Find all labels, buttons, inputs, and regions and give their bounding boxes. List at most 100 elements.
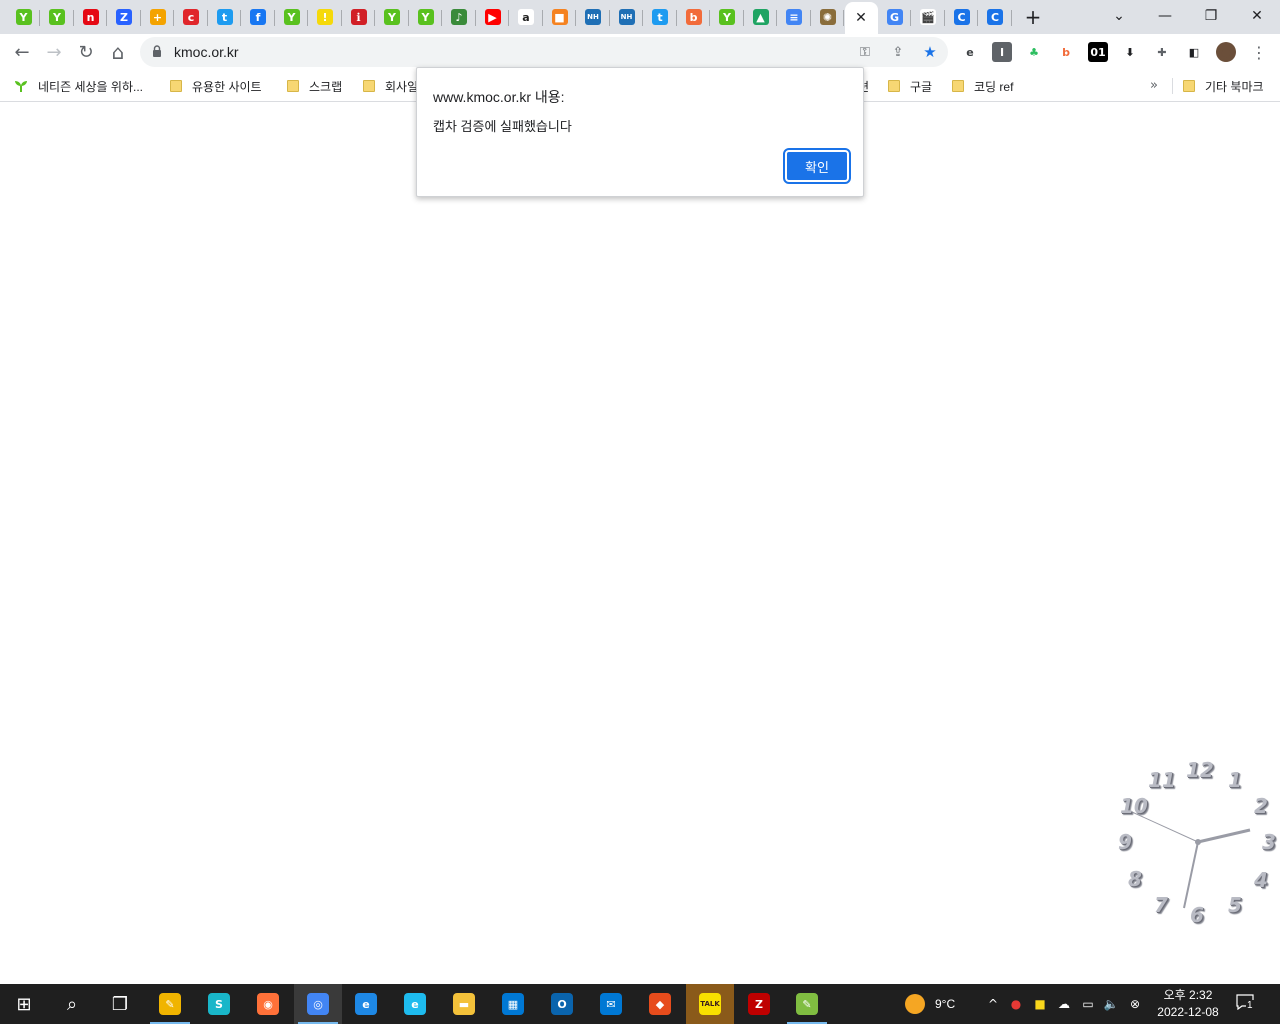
evernote-icon[interactable]: ♣ bbox=[1024, 42, 1044, 62]
taskbar-filezilla-button[interactable]: Z bbox=[735, 984, 783, 1024]
network-icon[interactable]: ▭ bbox=[1080, 996, 1096, 1012]
tab-active[interactable]: ✕ bbox=[844, 2, 878, 34]
puzzle-icon[interactable]: ✚ bbox=[1152, 42, 1172, 62]
folder-icon bbox=[363, 80, 375, 92]
tab[interactable]: Z bbox=[108, 2, 141, 32]
bookmark-folder-google[interactable]: 구글 bbox=[888, 76, 932, 96]
tray-app-red-icon[interactable]: ● bbox=[1008, 996, 1024, 1012]
extension-i-icon[interactable]: I bbox=[992, 42, 1012, 62]
back-button[interactable]: ← bbox=[8, 38, 36, 66]
taskbar-notepad-plus-button[interactable]: ✎ bbox=[783, 984, 831, 1024]
extension-e-icon[interactable]: e bbox=[960, 42, 980, 62]
taskbar-pen-app-button[interactable]: ✎ bbox=[146, 984, 194, 1024]
lock-icon[interactable] bbox=[152, 45, 162, 57]
taskbar-clock[interactable]: 오후 2:32 2022-12-08 bbox=[1148, 987, 1228, 1021]
nh-bank-icon: NH bbox=[618, 9, 635, 25]
tab[interactable]: b bbox=[677, 2, 710, 32]
taskbar-office-button[interactable]: ◆ bbox=[636, 984, 684, 1024]
tray-overflow-chevron-icon[interactable]: ^ bbox=[985, 996, 1001, 1012]
tab[interactable]: f bbox=[242, 2, 275, 32]
download-arrow-icon[interactable]: ⬇ bbox=[1120, 42, 1140, 62]
ok-button[interactable]: 확인 bbox=[783, 148, 851, 184]
bookmark-folder-useful-sites[interactable]: 유용한 사이트 bbox=[170, 76, 262, 96]
bookmark-folder-scrap[interactable]: 스크랩 bbox=[287, 76, 342, 96]
tab[interactable]: t bbox=[644, 2, 677, 32]
tab[interactable]: NH bbox=[610, 2, 643, 32]
notification-center-button[interactable]: 1 bbox=[1236, 994, 1258, 1014]
reload-button[interactable]: ↻ bbox=[72, 38, 100, 66]
bookmark-item-netizen[interactable]: 네티즌 세상을 위하... bbox=[14, 76, 143, 96]
bookmark-star-icon[interactable]: ★ bbox=[921, 43, 939, 61]
tab[interactable]: ℹ bbox=[342, 2, 375, 32]
taskbar-windows-start-button[interactable]: ⊞ bbox=[0, 984, 48, 1024]
taskbar-internet-explorer-button[interactable]: e bbox=[391, 984, 439, 1024]
taskbar-file-explorer-button[interactable]: ▬ bbox=[440, 984, 488, 1024]
forward-button[interactable]: → bbox=[40, 38, 68, 66]
tab[interactable]: + bbox=[141, 2, 174, 32]
taskbar-microsoft-store-button[interactable]: ▦ bbox=[489, 984, 537, 1024]
tab[interactable]: Y bbox=[7, 2, 40, 32]
new-tab-button[interactable]: + bbox=[1020, 4, 1046, 30]
plus-colored-icon: + bbox=[149, 9, 166, 25]
taskbar-outlook-button[interactable]: O bbox=[538, 984, 586, 1024]
bookmark-folder-other[interactable]: 기타 북마크 bbox=[1183, 76, 1264, 96]
taskbar-edge-button[interactable]: e bbox=[342, 984, 390, 1024]
bookmark-folder-coding-ref[interactable]: 코딩 ref bbox=[952, 76, 1013, 96]
profile-avatar-icon[interactable]: ● bbox=[1216, 42, 1236, 62]
bookmark-folder-work[interactable]: 회사일 bbox=[363, 76, 418, 96]
netflix-n-icon: n bbox=[82, 9, 99, 25]
share-icon[interactable]: ⇪ bbox=[889, 43, 907, 61]
taskbar-chrome-button[interactable]: ◎ bbox=[294, 984, 342, 1024]
close-window-button[interactable]: ✕ bbox=[1234, 0, 1280, 32]
taskbar-task-view-button[interactable]: ❐ bbox=[96, 984, 144, 1024]
extension-b-icon[interactable]: b bbox=[1056, 42, 1076, 62]
folder-icon bbox=[952, 80, 964, 92]
tab[interactable]: a bbox=[510, 2, 543, 32]
minimize-button[interactable]: — bbox=[1142, 0, 1188, 32]
taskbar-teal-app-button[interactable]: S bbox=[195, 984, 243, 1024]
weather-widget[interactable]: 9°C bbox=[905, 984, 955, 1024]
home-button[interactable]: ⌂ bbox=[104, 38, 132, 66]
tab-search-button[interactable]: ⌄ bbox=[1096, 0, 1142, 32]
url-text[interactable]: kmoc.or.kr bbox=[174, 44, 239, 60]
taskbar-kakaotalk-button[interactable]: TALK bbox=[686, 984, 734, 1024]
side-panel-icon[interactable]: ◧ bbox=[1184, 42, 1204, 62]
onedrive-cloud-icon[interactable]: ☁ bbox=[1056, 996, 1072, 1012]
taskbar-mail-button[interactable]: ✉ bbox=[587, 984, 635, 1024]
tab[interactable]: c bbox=[175, 2, 208, 32]
tab[interactable]: Y bbox=[376, 2, 409, 32]
address-bar[interactable]: kmoc.or.kr ⚿ ⇪ ★ bbox=[140, 37, 948, 67]
restore-button[interactable]: ❐ bbox=[1188, 0, 1234, 32]
close-tab-icon[interactable]: ✕ bbox=[855, 10, 867, 26]
tab[interactable]: NH bbox=[577, 2, 610, 32]
tab[interactable]: n bbox=[74, 2, 107, 32]
tab[interactable]: ■ bbox=[543, 2, 576, 32]
chrome-menu-button[interactable]: ⋮ bbox=[1245, 38, 1273, 66]
volume-icon[interactable]: 🔈 bbox=[1103, 996, 1119, 1012]
tab[interactable]: ✺ bbox=[811, 2, 844, 32]
naver-sprout-icon: Y bbox=[283, 9, 300, 25]
tab[interactable]: ! bbox=[309, 2, 342, 32]
taskbar-firefox-button[interactable]: ◉ bbox=[244, 984, 292, 1024]
tab[interactable]: Y bbox=[275, 2, 308, 32]
bookmarks-overflow-button[interactable]: » bbox=[1150, 78, 1158, 93]
tray-blocked-icon[interactable]: ⊗ bbox=[1127, 996, 1143, 1012]
tab-separator bbox=[1010, 10, 1012, 26]
tab[interactable]: 🎬 bbox=[912, 2, 945, 32]
tab[interactable]: Y bbox=[409, 2, 442, 32]
tab[interactable]: t bbox=[208, 2, 241, 32]
tab[interactable]: ▲ bbox=[744, 2, 777, 32]
password-key-icon[interactable]: ⚿ bbox=[856, 43, 874, 61]
tab[interactable]: Y bbox=[711, 2, 744, 32]
taskbar-search-button[interactable]: ⌕ bbox=[48, 984, 96, 1024]
tab[interactable]: C bbox=[945, 2, 978, 32]
tab[interactable]: ▶ bbox=[476, 2, 509, 32]
tab[interactable]: ♪ bbox=[443, 2, 476, 32]
tab[interactable]: G bbox=[878, 2, 911, 32]
clock-number-9: 9 bbox=[1118, 830, 1132, 854]
extension-01-icon[interactable]: 01 bbox=[1088, 42, 1108, 62]
tray-kakaotalk-icon[interactable]: ■ bbox=[1032, 996, 1048, 1012]
tab[interactable]: Y bbox=[41, 2, 74, 32]
tab[interactable]: C bbox=[979, 2, 1012, 32]
tab[interactable]: ≡ bbox=[778, 2, 811, 32]
